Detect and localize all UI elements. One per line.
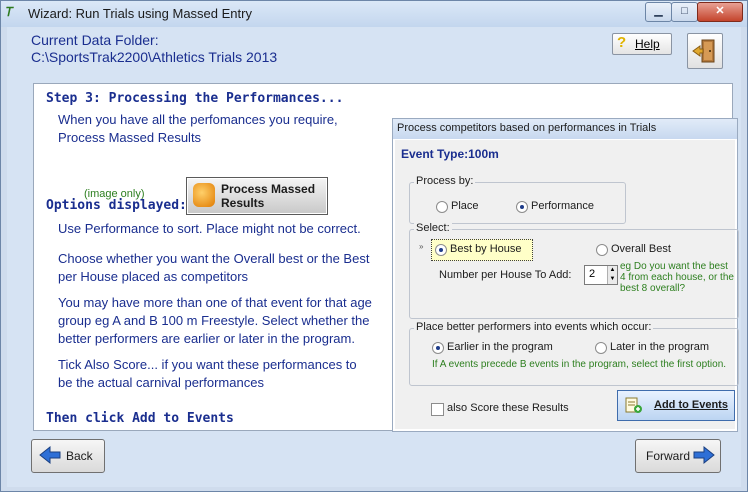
place-better-label: Place better performers into events whic… <box>414 321 654 333</box>
option-text: per House placed as competitors <box>58 269 249 284</box>
preview-dialog-title: Process competitors based on performance… <box>393 119 737 139</box>
also-score-label: also Score these Results <box>447 402 569 414</box>
forward-arrow-icon <box>693 445 715 465</box>
exit-door-icon <box>692 39 715 63</box>
number-per-house-label: Number per House To Add: <box>439 269 572 281</box>
option-text: Use Performance to sort. Place might not… <box>58 221 361 236</box>
radio-best-by-house-label: Best by House <box>450 243 522 255</box>
number-per-house-value: 2 <box>589 268 596 280</box>
instruction-line: Process Massed Results <box>58 130 202 145</box>
back-button-label: Back <box>66 449 93 463</box>
forward-button-label: Forward <box>646 449 691 463</box>
radio-earlier-dot <box>432 342 444 354</box>
event-type-value: 100m <box>468 147 499 161</box>
process-icon <box>193 183 215 207</box>
option-text: group eg A and B 100 m Freestyle. Select… <box>58 313 370 328</box>
number-per-house-stepper[interactable]: 2 ▲ ▼ <box>584 265 618 285</box>
also-score-checkbox[interactable] <box>431 403 444 416</box>
instruction-line: When you have all the perfomances you re… <box>58 112 338 127</box>
instruction-panel: Step 3: Processing the Performances... W… <box>33 83 739 432</box>
back-button[interactable]: Back <box>31 439 105 473</box>
option-text: be the actual carnival performances <box>58 375 264 390</box>
maximize-button[interactable]: □ <box>671 2 698 22</box>
option-text: Tick Also Score... if you want these per… <box>58 357 357 372</box>
radio-performance-label: Performance <box>531 200 594 212</box>
pointer-arrow-icon: » <box>419 242 424 251</box>
process-button-label-line1: Process Massed <box>221 182 316 196</box>
help-button[interactable]: ? Help <box>612 33 672 55</box>
title-bar: 𝑇 Wizard: Run Trials using Massed Entry … <box>1 1 747 27</box>
add-to-events-button[interactable]: Add to Events <box>617 390 735 421</box>
place-better-group: Place better performers into events whic… <box>409 321 739 386</box>
number-hint: eg Do you want the best 4 from each hous… <box>620 261 734 294</box>
options-title: Options displayed: <box>46 198 187 213</box>
forward-button[interactable]: Forward <box>635 439 721 473</box>
option-text: better performers are earlier or later i… <box>58 331 355 346</box>
minimize-button[interactable]: ▁ <box>645 2 672 22</box>
option-text: You may have more than one of that event… <box>58 295 372 310</box>
radio-overall-best-label: Overall Best <box>611 243 671 255</box>
process-by-group: Process by: Place Performance <box>409 175 626 224</box>
event-type: Event Type:100m <box>401 147 499 161</box>
back-arrow-icon <box>39 445 61 465</box>
help-icon: ? <box>617 34 627 51</box>
exit-button[interactable] <box>687 33 723 69</box>
select-label: Select: <box>414 222 452 234</box>
event-type-label: Event Type: <box>401 147 469 161</box>
process-button-label-line2: Results <box>221 196 265 210</box>
window-title: Wizard: Run Trials using Massed Entry <box>28 6 252 21</box>
radio-later-label: Later in the program <box>610 341 710 353</box>
close-button[interactable]: ✕ <box>697 2 743 22</box>
help-button-label: Help <box>635 37 660 51</box>
add-to-events-label: Add to Events <box>654 399 728 411</box>
wizard-body: Current Data Folder: C:\SportsTrak2200\A… <box>7 27 741 487</box>
radio-earlier-label: Earlier in the program <box>447 341 553 353</box>
radio-overall-best-dot <box>596 244 608 256</box>
wizard-window: 𝑇 Wizard: Run Trials using Massed Entry … <box>0 0 748 492</box>
add-to-events-icon <box>625 397 642 413</box>
radio-best-by-house-dot <box>435 244 447 256</box>
preview-dialog-body: Event Type:100m Process by: Place Perfor… <box>395 140 739 429</box>
app-icon: 𝑇 <box>6 5 14 19</box>
process-massed-results-button[interactable]: Process Massed Results <box>186 177 328 215</box>
place-better-hint: If A events precede B events in the prog… <box>432 359 727 370</box>
stepper-arrows-icon[interactable]: ▲ ▼ <box>607 266 617 284</box>
step-title: Step 3: Processing the Performances... <box>46 91 344 106</box>
then-click-instruction: Then click Add to Events <box>46 411 234 426</box>
radio-performance-dot <box>516 201 528 213</box>
radio-place-dot <box>436 201 448 213</box>
current-data-folder-path: C:\SportsTrak2200\Athletics Trials 2013 <box>31 49 278 65</box>
process-by-label: Process by: <box>414 175 476 187</box>
option-text: Choose whether you want the Overall best… <box>58 251 370 266</box>
preview-dialog: Process competitors based on performance… <box>392 118 739 432</box>
radio-place-label: Place <box>451 200 479 212</box>
radio-later-dot <box>595 342 607 354</box>
current-data-folder-label: Current Data Folder: <box>31 32 159 48</box>
